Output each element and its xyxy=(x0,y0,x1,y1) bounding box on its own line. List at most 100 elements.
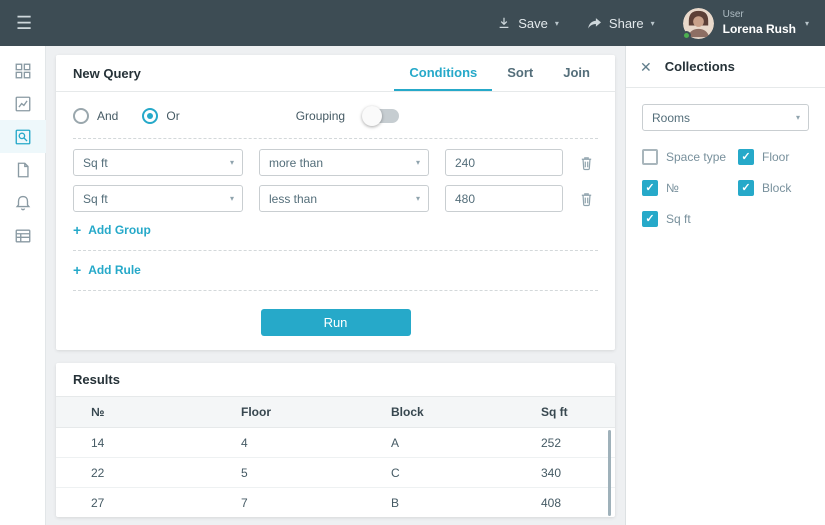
field-checkbox-block[interactable]: ✓ Block xyxy=(738,180,809,196)
field-select[interactable]: Sq ft ▾ xyxy=(73,185,243,212)
trash-icon[interactable] xyxy=(579,191,594,207)
main-content: New Query Conditions Sort Join And Or Gr… xyxy=(46,46,625,525)
checkbox-label: Sq ft xyxy=(666,212,691,226)
sidebar-item-query-builder[interactable] xyxy=(0,120,46,153)
table-cell: 14 xyxy=(91,435,105,450)
tab-join[interactable]: Join xyxy=(548,55,605,91)
query-card-header: New Query Conditions Sort Join xyxy=(56,55,615,92)
table-cell: C xyxy=(391,465,400,480)
bell-icon xyxy=(15,195,30,210)
checkbox-icon: ✓ xyxy=(642,211,658,227)
field-checkboxes: ✓ Space type ✓ Floor ✓ № ✓ Block ✓ Sq xyxy=(642,149,809,227)
table-scrollbar[interactable] xyxy=(608,430,611,516)
field-checkbox-space-type[interactable]: ✓ Space type xyxy=(642,149,738,165)
plus-icon: + xyxy=(73,222,82,238)
query-card-body: And Or Grouping Sq ft ▾ more than ▾ 240 … xyxy=(56,92,615,350)
field-select-value: Sq ft xyxy=(83,155,108,170)
column-header-block: Block xyxy=(391,405,424,419)
value-input[interactable] xyxy=(445,149,563,176)
user-role-label: User xyxy=(722,9,744,21)
sidebar-item-dashboard[interactable] xyxy=(0,54,46,87)
chevron-down-icon: ▾ xyxy=(415,158,420,167)
field-checkbox-sqft[interactable]: ✓ Sq ft xyxy=(642,211,738,227)
grouping-toggle[interactable] xyxy=(362,106,400,126)
chart-icon xyxy=(15,96,30,111)
add-group-button[interactable]: + Add Group xyxy=(73,221,151,239)
body: New Query Conditions Sort Join And Or Gr… xyxy=(0,46,825,525)
close-icon[interactable]: ✕ xyxy=(640,60,652,74)
table-row[interactable]: 14 4 A 252 xyxy=(56,428,615,458)
divider xyxy=(73,250,598,251)
field-checkbox-floor[interactable]: ✓ Floor xyxy=(738,149,809,165)
table-cell: B xyxy=(391,495,400,510)
operator-select[interactable]: less than ▾ xyxy=(259,185,429,212)
radio-and[interactable]: And xyxy=(73,108,118,124)
toggle-knob xyxy=(362,106,383,126)
table-row[interactable]: 27 7 B 408 xyxy=(56,488,615,517)
run-button[interactable]: Run xyxy=(260,309,411,336)
results-title: Results xyxy=(73,372,120,387)
table-cell: 408 xyxy=(541,495,562,510)
results-card: Results № Floor Block Sq ft 14 4 A 252 2… xyxy=(56,363,615,517)
share-label: Share xyxy=(608,15,644,31)
query-search-icon xyxy=(15,129,30,144)
add-rule-row: + Add Rule xyxy=(73,261,598,280)
tab-conditions[interactable]: Conditions xyxy=(394,55,493,91)
checkbox-label: № xyxy=(666,181,679,195)
query-card-title: New Query xyxy=(73,65,141,81)
table-icon xyxy=(15,228,30,243)
check-icon: ✓ xyxy=(645,181,655,194)
save-button[interactable]: Save ▾ xyxy=(497,16,559,31)
collections-panel: ✕ Collections Rooms ▾ ✓ Space type ✓ Flo… xyxy=(625,46,825,525)
collection-select[interactable]: Rooms ▾ xyxy=(642,104,809,131)
operator-select[interactable]: more than ▾ xyxy=(259,149,429,176)
share-button[interactable]: Share ▾ xyxy=(587,16,655,31)
grouping-label: Grouping xyxy=(295,109,346,123)
add-rule-button[interactable]: + Add Rule xyxy=(73,261,141,279)
field-select-value: Sq ft xyxy=(83,191,108,206)
user-menu[interactable]: User Lorena Rush ▾ xyxy=(681,7,809,40)
radio-or[interactable]: Or xyxy=(142,108,180,124)
document-icon xyxy=(17,162,29,177)
radio-and-label: And xyxy=(97,109,119,123)
table-cell: 27 xyxy=(91,495,105,510)
tab-sort[interactable]: Sort xyxy=(492,55,548,91)
radio-or-label: Or xyxy=(166,109,180,123)
collections-header: ✕ Collections xyxy=(626,46,825,88)
table-cell: 7 xyxy=(241,495,248,510)
save-label: Save xyxy=(518,15,548,31)
radio-icon xyxy=(73,108,89,124)
collections-title: Collections xyxy=(664,59,735,74)
menu-icon[interactable]: ☰ xyxy=(16,14,32,32)
results-table: № Floor Block Sq ft 14 4 A 252 22 5 C 34… xyxy=(56,397,615,517)
rule-row: Sq ft ▾ less than ▾ xyxy=(73,185,598,212)
chevron-down-icon: ▾ xyxy=(804,18,809,28)
chevron-down-icon: ▾ xyxy=(795,113,800,122)
new-query-card: New Query Conditions Sort Join And Or Gr… xyxy=(56,55,615,350)
checkbox-icon: ✓ xyxy=(738,180,754,196)
table-cell: 340 xyxy=(541,465,562,480)
checkbox-label: Space type xyxy=(666,150,727,164)
sidebar-item-documents[interactable] xyxy=(0,153,46,186)
trash-icon[interactable] xyxy=(579,155,594,171)
column-header-floor: Floor xyxy=(241,405,271,419)
table-cell: A xyxy=(391,435,400,450)
column-header-sqft: Sq ft xyxy=(541,405,568,419)
divider xyxy=(73,138,598,139)
table-row[interactable]: 22 5 C 340 xyxy=(56,458,615,488)
add-group-label: Add Group xyxy=(88,223,151,237)
column-header-no: № xyxy=(91,405,105,419)
sidebar-item-charts[interactable] xyxy=(0,87,46,120)
value-input[interactable] xyxy=(445,185,563,212)
sidebar-item-notifications[interactable] xyxy=(0,186,46,219)
field-checkbox-no[interactable]: ✓ № xyxy=(642,180,738,196)
user-name: Lorena Rush xyxy=(722,21,796,36)
sidebar-item-data-tables[interactable] xyxy=(0,219,46,252)
collection-select-wrap: Rooms ▾ xyxy=(642,104,809,131)
chevron-down-icon: ▾ xyxy=(650,18,655,28)
checkbox-icon: ✓ xyxy=(642,180,658,196)
field-select[interactable]: Sq ft ▾ xyxy=(73,149,243,176)
logic-row: And Or Grouping xyxy=(73,104,598,128)
app: ☰ Save ▾ Share ▾ User Lorena Rush ▾ New … xyxy=(0,0,825,525)
download-icon xyxy=(499,17,509,28)
